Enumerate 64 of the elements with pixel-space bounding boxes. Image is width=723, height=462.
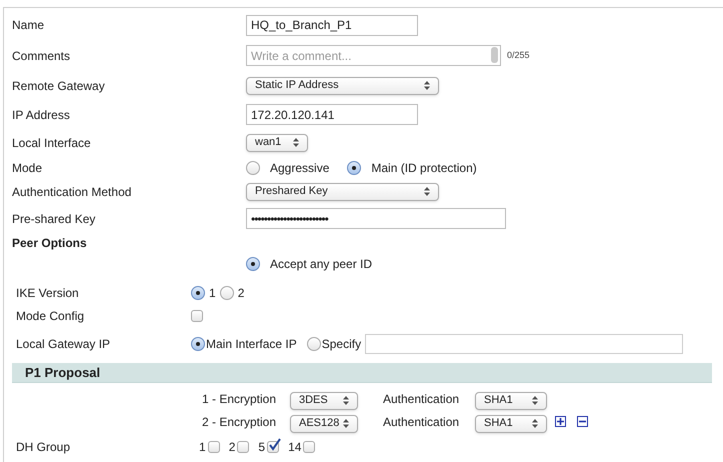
checkbox[interactable] — [208, 441, 220, 453]
section-heading: P1 Proposal — [25, 364, 100, 382]
field-label: Local Interface — [12, 134, 92, 152]
checkbox-label: 2 — [228, 439, 236, 456]
character-counter: 0/255 — [507, 48, 530, 62]
radio-button[interactable] — [246, 160, 260, 174]
field-label: Authentication — [383, 414, 460, 430]
radio-label: Main (ID protection) — [371, 160, 477, 176]
dropdown[interactable]: 3DES — [290, 392, 358, 410]
field-label: IKE Version — [16, 285, 80, 302]
field-label: Mode — [12, 160, 44, 176]
radio-button[interactable] — [306, 337, 321, 351]
updown-arrows-icon — [424, 81, 430, 90]
field-label: DH Group — [16, 439, 72, 456]
checkbox[interactable] — [237, 441, 250, 453]
updown-arrows-icon — [293, 138, 299, 147]
remove-icon[interactable] — [577, 416, 588, 427]
field-label: 2 - Encryption — [202, 414, 278, 430]
radio-label: Main Interface IP — [206, 336, 297, 353]
updown-arrows-icon — [343, 419, 349, 428]
dropdown[interactable]: AES128 — [290, 414, 358, 432]
field-label: Comments — [12, 48, 72, 64]
radio-button[interactable] — [191, 337, 205, 351]
field-label: Name — [12, 17, 46, 34]
checkbox[interactable] — [267, 441, 280, 453]
updown-arrows-icon — [532, 419, 538, 428]
dropdown[interactable]: Preshared Key — [246, 182, 439, 200]
field-label: 1 - Encryption — [202, 390, 278, 408]
radio-label: 2 — [238, 285, 244, 302]
radio-button[interactable] — [347, 160, 362, 174]
checkbox-label: 1 — [199, 439, 206, 456]
dropdown[interactable]: Static IP Address — [246, 76, 439, 94]
add-icon[interactable] — [555, 416, 566, 427]
text-field[interactable]: 172.20.120.141 — [246, 104, 418, 125]
field-label: Pre-shared Key — [12, 210, 96, 228]
comment-field[interactable]: Write a comment... — [246, 45, 501, 66]
dropdown[interactable]: SHA1 — [475, 392, 547, 410]
field-label: Remote Gateway — [12, 78, 106, 94]
radio-label: Accept any peer ID — [270, 256, 372, 273]
radio-label: 1 — [209, 285, 216, 302]
radio-button[interactable] — [220, 286, 234, 300]
updown-arrows-icon — [532, 396, 538, 405]
dropdown[interactable]: wan1 — [246, 134, 308, 152]
checkbox-label: 14 — [288, 439, 302, 456]
text-field[interactable]: HQ_to_Branch_P1 — [246, 14, 418, 36]
field-label: Authentication — [383, 390, 460, 408]
scrollbar-thumb[interactable] — [491, 47, 498, 63]
field-label: Authentication Method — [12, 184, 132, 200]
radio-button[interactable] — [191, 286, 205, 300]
section-heading: Peer Options — [12, 235, 88, 252]
updown-arrows-icon — [343, 396, 349, 405]
dropdown[interactable]: SHA1 — [475, 414, 547, 432]
radio-label: Aggressive — [270, 160, 330, 176]
checkbox[interactable] — [303, 441, 316, 453]
radio-button[interactable] — [246, 257, 260, 271]
checkbox[interactable] — [191, 310, 203, 322]
field-label: Mode Config — [16, 308, 86, 325]
radio-label: Specify — [322, 336, 362, 353]
field-label: Local Gateway IP — [16, 336, 112, 353]
updown-arrows-icon — [424, 187, 430, 196]
field-label: IP Address — [12, 106, 71, 124]
text-field[interactable]: •••••••••••••••••••••••• — [246, 208, 506, 229]
checkbox-label: 5 — [258, 439, 266, 456]
text-field[interactable] — [365, 334, 684, 354]
